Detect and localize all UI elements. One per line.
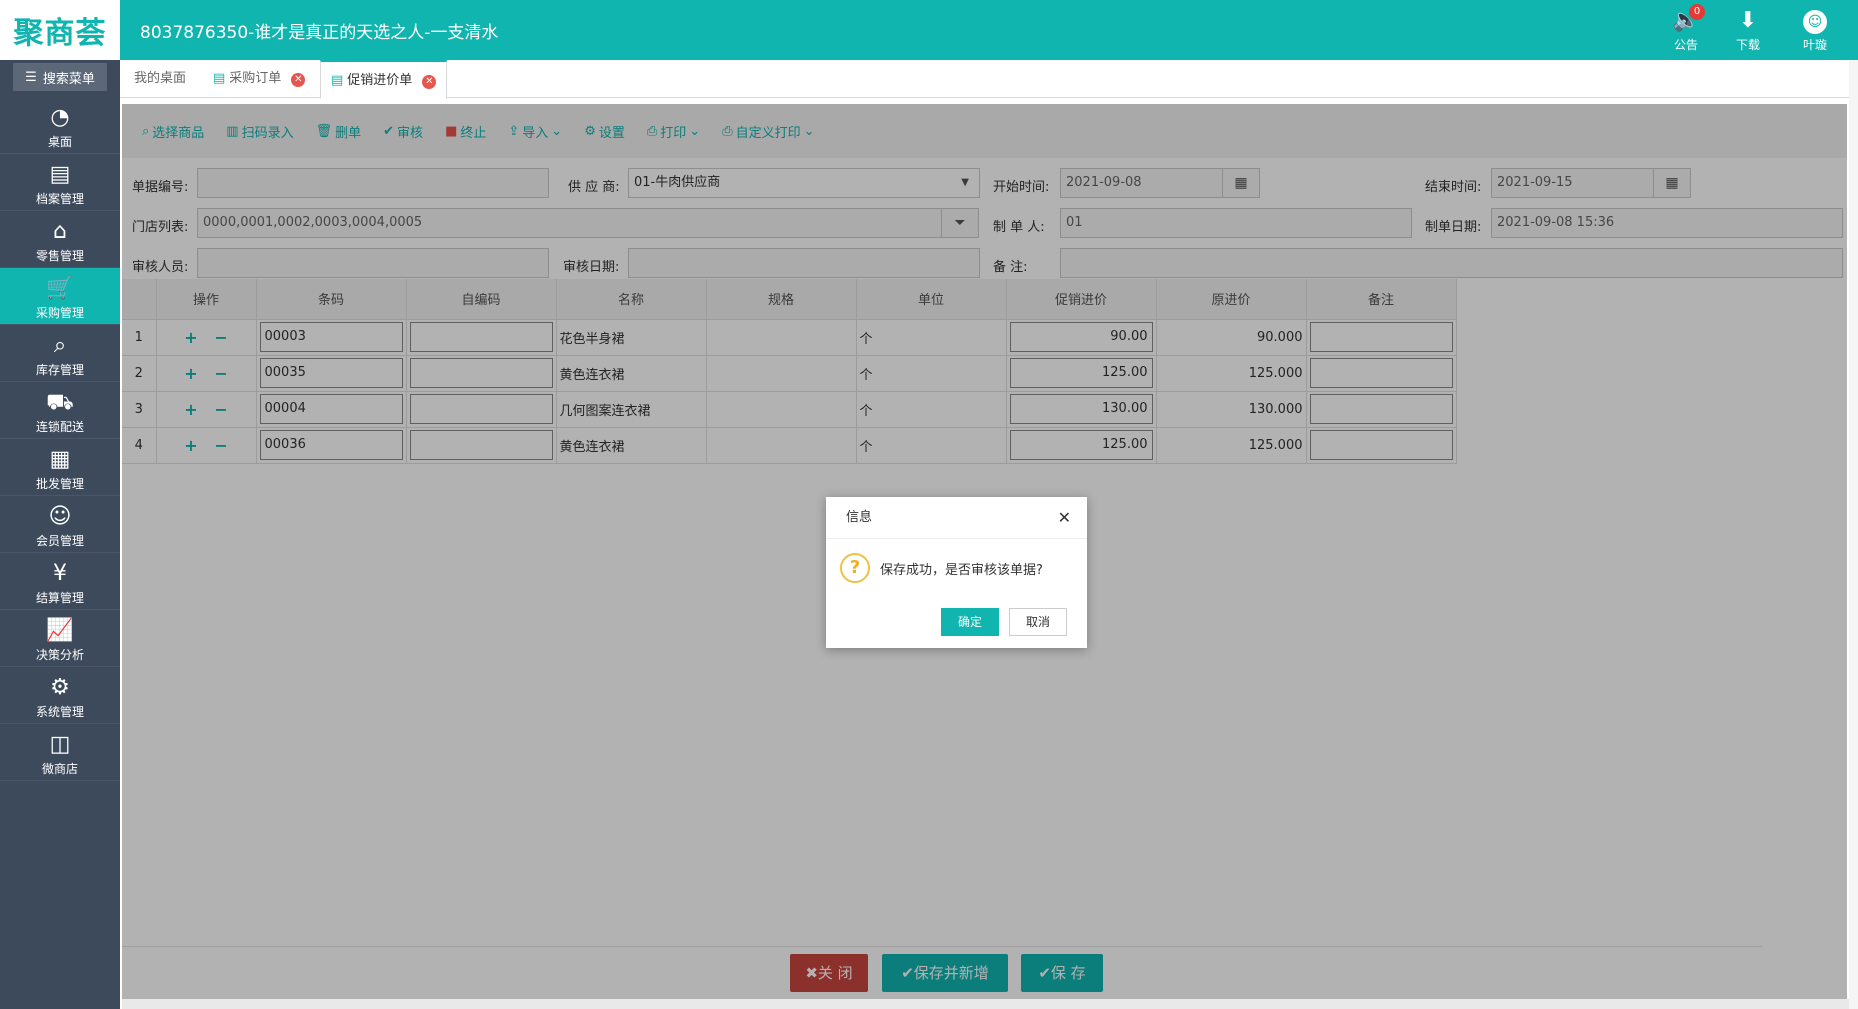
sidebar-item-label: 系统管理	[35, 705, 84, 719]
chart-icon: 📈	[46, 618, 74, 643]
app-logo: 聚商荟	[0, 0, 120, 60]
tab-promo-price[interactable]: ▤ 促销进价单 ✕	[320, 60, 448, 99]
sidebar-item-label: 结算管理	[35, 591, 84, 605]
shop-bag-icon: ◫	[49, 732, 71, 757]
tab-bar: 我的桌面 ▤ 采购订单 ✕ ▤ 促销进价单 ✕	[120, 60, 1858, 99]
dialog-title: 信息	[846, 510, 873, 525]
sidebar-item-analysis[interactable]: 📈 决策分析	[0, 610, 120, 667]
sidebar-item-wholesale[interactable]: ▦ 批发管理	[0, 439, 120, 496]
settlement-icon: ¥	[53, 561, 67, 586]
close-icon[interactable]: ✕	[1058, 497, 1071, 539]
tab-label: 我的桌面	[134, 71, 187, 86]
app-title: 8037876350-谁才是真正的天选之人-一支清水	[140, 23, 499, 43]
search-menu-button[interactable]: ☰ 搜索菜单	[13, 63, 107, 91]
avatar-icon: ☺	[1803, 10, 1827, 34]
sidebar-item-microshop[interactable]: ◫ 微商店	[0, 724, 120, 781]
sidebar-item-label: 会员管理	[35, 534, 84, 548]
sidebar-item-purchase[interactable]: 🛒 采购管理	[0, 268, 120, 325]
announce-button[interactable]: 🔈 0 公告	[1661, 4, 1711, 53]
sidebar-item-label: 决策分析	[35, 648, 84, 662]
tab-label: 促销进价单	[347, 73, 413, 88]
sidebar: ☰ 搜索菜单 ◔ 桌面 ▤ 档案管理 ⌂ 零售管理 🛒 采购管理 ⌕ 库存管理 …	[0, 60, 120, 1009]
cancel-button[interactable]: 取消	[1009, 608, 1067, 636]
dialog-buttons: 确定 取消	[941, 608, 1067, 636]
dialog-message: 保存成功，是否审核该单据?	[880, 562, 1043, 578]
dialog-body: ? 保存成功，是否审核该单据?	[826, 539, 1087, 583]
sidebar-item-label: 连锁配送	[35, 420, 84, 434]
sidebar-item-inventory[interactable]: ⌕ 库存管理	[0, 325, 120, 382]
sidebar-item-settlement[interactable]: ¥ 结算管理	[0, 553, 120, 610]
archive-icon: ▤	[49, 162, 71, 187]
user-menu[interactable]: ☺ 叶璇	[1790, 8, 1840, 53]
sidebar-item-label: 采购管理	[35, 306, 84, 320]
user-name: 叶璇	[1802, 38, 1827, 52]
store-icon: ⌂	[53, 219, 67, 244]
document-icon: ▤	[331, 73, 344, 88]
sidebar-item-label: 批发管理	[35, 477, 84, 491]
announce-badge: 0	[1689, 4, 1705, 20]
top-bar: 聚商荟 8037876350-谁才是真正的天选之人-一支清水 🔈 0 公告 ⬇ …	[0, 0, 1858, 60]
sidebar-item-delivery[interactable]: ⛟ 连锁配送	[0, 382, 120, 439]
confirm-button[interactable]: 确定	[941, 608, 999, 636]
download-button[interactable]: ⬇ 下载	[1723, 8, 1773, 53]
sidebar-item-label: 库存管理	[35, 363, 84, 377]
close-tab-icon[interactable]: ✕	[422, 75, 437, 89]
sidebar-item-label: 档案管理	[35, 192, 84, 206]
sidebar-item-archive[interactable]: ▤ 档案管理	[0, 154, 120, 211]
horizontal-scrollbar[interactable]	[122, 999, 1849, 1009]
tab-my-desktop[interactable]: 我的桌面	[124, 60, 196, 98]
inventory-search-icon: ⌕	[53, 333, 67, 358]
member-icon: ☺	[48, 504, 72, 529]
sidebar-item-label: 微商店	[41, 762, 78, 776]
vertical-scrollbar[interactable]	[1849, 60, 1858, 1009]
gear-icon: ⚙	[50, 675, 70, 700]
tab-label: 采购订单	[229, 71, 282, 86]
dashboard-icon: ◔	[50, 105, 70, 130]
close-tab-icon[interactable]: ✕	[291, 73, 306, 87]
download-icon: ⬇	[1738, 8, 1758, 33]
sidebar-item-system[interactable]: ⚙ 系统管理	[0, 667, 120, 724]
sidebar-item-member[interactable]: ☺ 会员管理	[0, 496, 120, 553]
cart-icon: 🛒	[46, 276, 74, 301]
sidebar-item-label: 零售管理	[35, 249, 84, 263]
confirm-dialog: 信息 ✕ ? 保存成功，是否审核该单据? 确定 取消	[826, 497, 1087, 648]
truck-icon: ⛟	[46, 390, 74, 415]
question-icon: ?	[840, 553, 870, 583]
sidebar-item-retail[interactable]: ⌂ 零售管理	[0, 211, 120, 268]
sidebar-item-label: 桌面	[47, 135, 72, 149]
tab-purchase-order[interactable]: ▤ 采购订单 ✕	[203, 60, 315, 98]
search-menu-label: 搜索菜单	[42, 71, 95, 87]
wholesale-icon: ▦	[49, 447, 71, 472]
document-icon: ▤	[213, 71, 226, 86]
sidebar-item-desktop[interactable]: ◔ 桌面	[0, 97, 120, 154]
menu-search-icon: ☰	[25, 69, 37, 85]
announce-label: 公告	[1673, 38, 1698, 52]
dialog-header: 信息 ✕	[826, 497, 1087, 539]
download-label: 下载	[1735, 38, 1760, 52]
